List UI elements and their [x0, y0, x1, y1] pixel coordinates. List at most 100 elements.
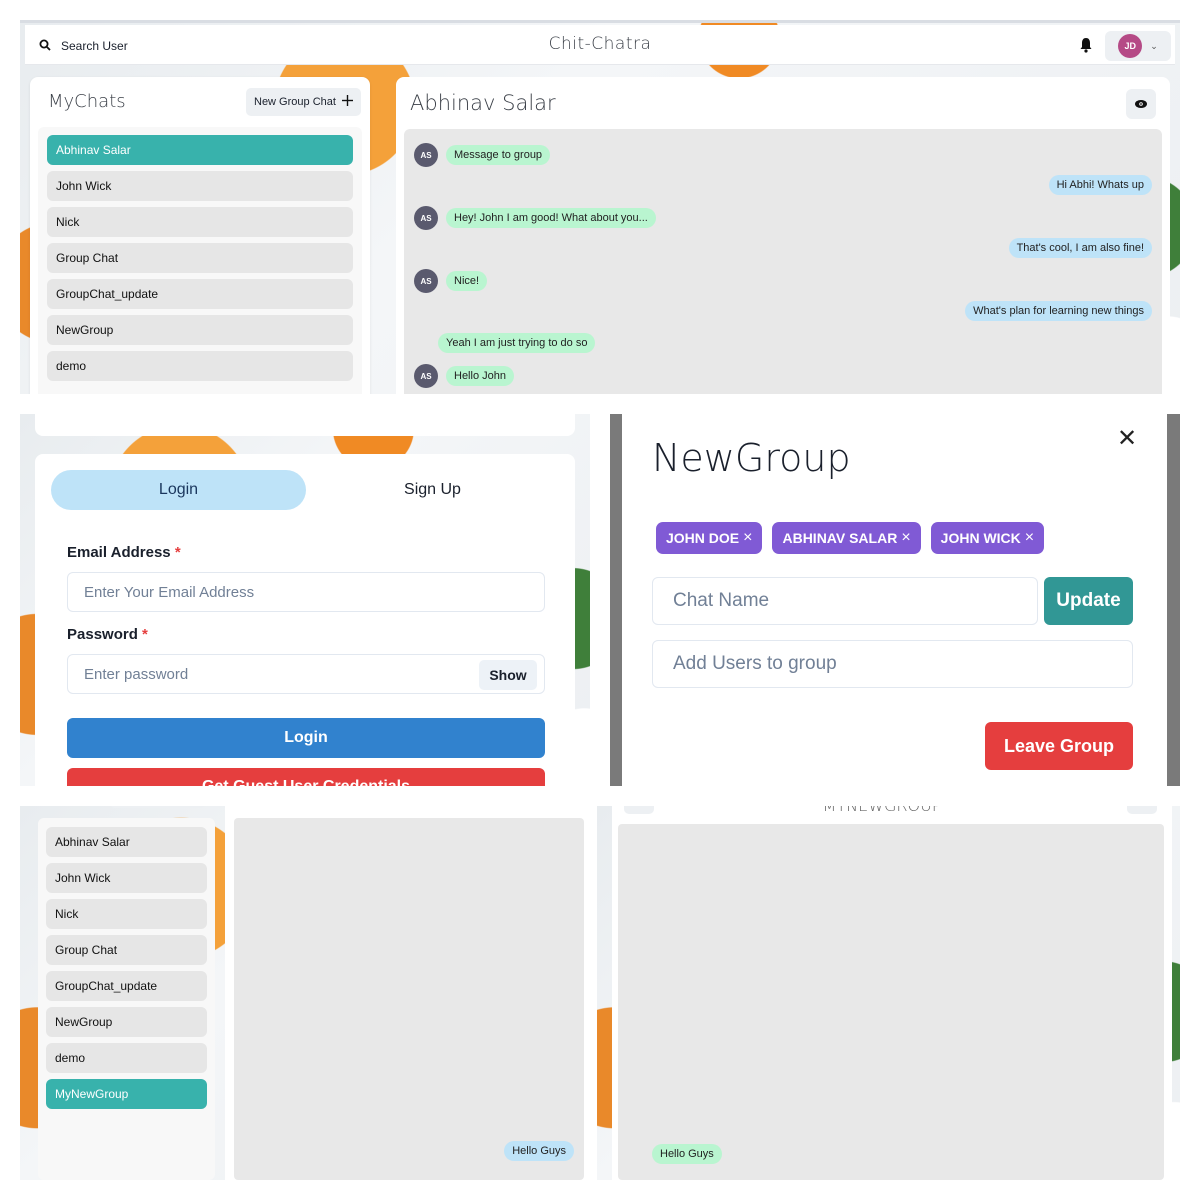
guest-credentials-button[interactable]: Get Guest User Credentials: [67, 768, 545, 786]
member-name: JOHN DOE: [666, 530, 740, 546]
login-button[interactable]: Login: [67, 718, 545, 758]
received-message: Hey! John I am good! What about you...: [446, 208, 656, 228]
chat-list-item[interactable]: Abhinav Salar: [47, 135, 353, 165]
add-users-input[interactable]: Add Users to group: [652, 640, 1133, 688]
chat-box: Abhinav Salar AS Message to group Hi Abh…: [396, 77, 1170, 394]
chat-name-input[interactable]: Chat Name: [652, 577, 1038, 625]
bell-icon[interactable]: [1079, 37, 1093, 58]
new-group-chat-label: New Group Chat: [254, 96, 336, 108]
password-placeholder: Enter password: [84, 665, 189, 683]
chat-list-item[interactable]: Nick: [47, 207, 353, 237]
header-card: [35, 414, 575, 436]
message-row: Hello Guys: [652, 1144, 722, 1164]
chat-list-item[interactable]: Group Chat: [46, 935, 207, 965]
chat-list-item[interactable]: demo: [47, 351, 353, 381]
message-row: AS Hello John: [414, 364, 514, 388]
messages-area: Hello Guys: [618, 824, 1164, 1180]
app-title: Chit-Chatra: [548, 34, 652, 54]
messages-area: Hello Guys: [234, 818, 584, 1180]
chat-list-item[interactable]: John Wick: [47, 171, 353, 201]
password-field[interactable]: Enter password Show: [67, 654, 545, 694]
remove-member-icon[interactable]: ×: [1025, 529, 1034, 547]
member-badge: JOHN DOE ×: [656, 522, 763, 554]
show-password-button[interactable]: Show: [479, 660, 537, 690]
close-icon[interactable]: ✕: [1117, 424, 1137, 453]
back-button[interactable]: [624, 806, 654, 814]
email-label: Email Address *: [67, 544, 181, 561]
my-chats-panel: MyChats New Group Chat Abhinav Salar Joh…: [30, 77, 370, 394]
chat-name-placeholder: Chat Name: [673, 590, 770, 611]
chat-list-item[interactable]: MyNewGroup: [46, 1079, 207, 1109]
member-name: ABHINAV SALAR: [782, 530, 898, 546]
top-bar: Search User Chit-Chatra JD ⌄: [25, 25, 1175, 65]
leave-group-button[interactable]: Leave Group: [985, 722, 1133, 770]
password-label-text: Password: [67, 626, 138, 643]
member-badges: JOHN DOE × ABHINAV SALAR × JOHN WICK ×: [656, 522, 1045, 554]
chat-list-item[interactable]: demo: [46, 1043, 207, 1073]
eye-icon: [1135, 95, 1147, 113]
profile-menu-button[interactable]: JD ⌄: [1105, 31, 1171, 61]
chat-list: Abhinav Salar John Wick Nick Group Chat …: [38, 127, 362, 394]
required-mark: *: [174, 544, 181, 561]
email-field[interactable]: Enter Your Email Address: [67, 572, 545, 612]
chat-list-item[interactable]: Nick: [46, 899, 207, 929]
sent-message: What's plan for learning new things: [965, 301, 1152, 321]
messages-area: AS Message to group Hi Abhi! Whats up AS…: [404, 129, 1162, 394]
group-settings-modal: NewGroup ✕ JOHN DOE × ABHINAV SALAR × JO…: [622, 414, 1167, 786]
sender-avatar: AS: [414, 364, 438, 388]
new-group-chat-button[interactable]: [110, 806, 206, 808]
message-row: AS Nice!: [414, 269, 488, 293]
chevron-down-icon: ⌄: [1150, 40, 1158, 51]
required-mark: *: [142, 626, 148, 643]
chat-list-item[interactable]: Group Chat: [47, 243, 353, 273]
message-row: AS Message to group: [414, 143, 551, 167]
group-chat-view-panel: MYNEWGROUP Hello Guys: [597, 806, 1180, 1180]
member-badge: ABHINAV SALAR ×: [772, 522, 921, 554]
chat-list-item[interactable]: NewGroup: [47, 315, 353, 345]
member-name: JOHN WICK: [940, 530, 1021, 546]
chat-list: Abhinav Salar John Wick Nick Group Chat …: [38, 818, 215, 1180]
login-card: Login Sign Up Email Address * Enter Your…: [35, 454, 575, 786]
member-badge: JOHN WICK ×: [930, 522, 1045, 554]
tab-sign-up[interactable]: Sign Up: [305, 470, 560, 510]
message-row: AS Hey! John I am good! What about you..…: [414, 206, 656, 230]
chat-screen-panel: Search User Chit-Chatra JD ⌄ MyChats New…: [20, 20, 1180, 394]
my-chats-title: MyChats: [48, 91, 126, 112]
chat-header-name: Abhinav Salar: [410, 91, 556, 115]
received-message: Hello Guys: [652, 1144, 722, 1164]
chat-header-name: MYNEWGROUP: [802, 806, 962, 814]
message-row: Yeah I am just trying to do so: [438, 333, 596, 353]
modal-title: NewGroup: [652, 436, 851, 480]
received-message: Message to group: [446, 145, 551, 165]
sender-avatar: AS: [414, 206, 438, 230]
avatar: JD: [1118, 34, 1143, 58]
view-group-button[interactable]: [1127, 806, 1157, 814]
sender-avatar: AS: [414, 143, 438, 167]
received-message: Yeah I am just trying to do so: [438, 333, 596, 353]
tab-login[interactable]: Login: [51, 470, 306, 510]
email-label-text: Email Address: [67, 544, 171, 561]
sender-avatar: AS: [414, 269, 438, 293]
sent-message: That's cool, I am also fine!: [1008, 238, 1152, 258]
add-users-placeholder: Add Users to group: [673, 653, 837, 674]
chat-list-item[interactable]: John Wick: [46, 863, 207, 893]
sent-message: Hello Guys: [504, 1141, 574, 1161]
password-label: Password *: [67, 626, 148, 643]
chat-box: MYNEWGROUP Hello Guys: [612, 806, 1172, 1180]
chat-list-item[interactable]: GroupChat_update: [47, 279, 353, 309]
chat-box: Hello Guys: [225, 806, 595, 1180]
new-group-chat-button[interactable]: New Group Chat: [246, 88, 361, 116]
received-message: Hello John: [446, 366, 514, 386]
remove-member-icon[interactable]: ×: [901, 529, 910, 547]
update-button[interactable]: Update: [1044, 577, 1133, 625]
remove-member-icon[interactable]: ×: [743, 529, 752, 547]
sidebar-view-panel: Abhinav Salar John Wick Nick Group Chat …: [20, 806, 595, 1180]
chat-list-item[interactable]: GroupChat_update: [46, 971, 207, 1001]
chat-list-item[interactable]: Abhinav Salar: [46, 827, 207, 857]
sent-message: Hi Abhi! Whats up: [1048, 175, 1152, 195]
login-screen-panel: Login Sign Up Email Address * Enter Your…: [20, 414, 590, 786]
received-message: Nice!: [446, 271, 488, 291]
view-profile-button[interactable]: [1126, 89, 1156, 119]
chat-list-item[interactable]: NewGroup: [46, 1007, 207, 1037]
group-modal-panel: NewGroup ✕ JOHN DOE × ABHINAV SALAR × JO…: [610, 414, 1180, 786]
